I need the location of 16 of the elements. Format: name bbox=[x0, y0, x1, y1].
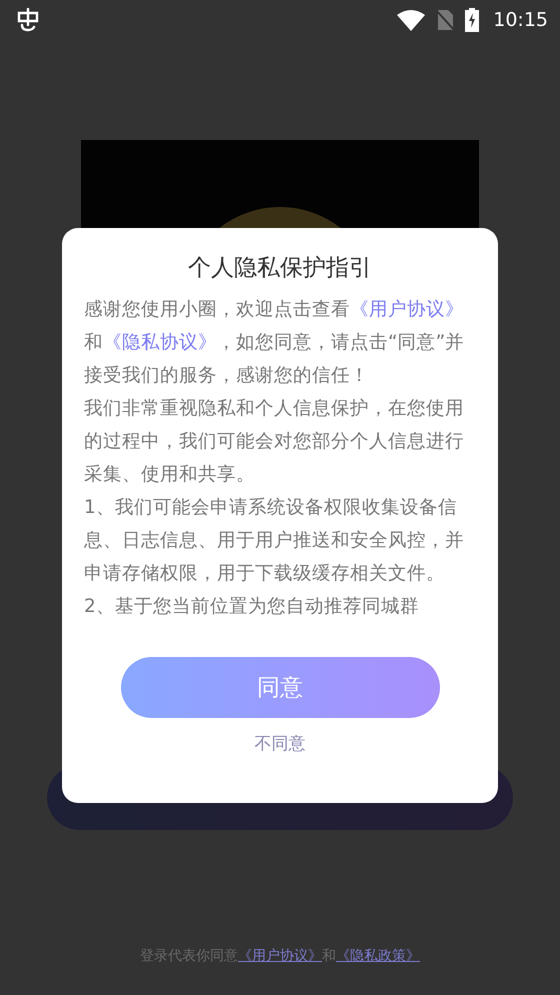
dialog-paragraph: 感谢您使用小圈，欢迎点击查看《用户协议》 和《隐私协议》，如您同意，请点击“同意”并接受我们的服务，感谢您的信任！ bbox=[84, 298, 466, 388]
wifi-icon bbox=[397, 9, 426, 31]
agreement-link[interactable]: 《隐私协议》 bbox=[103, 332, 217, 353]
battery-icon bbox=[465, 8, 480, 32]
agreement-link[interactable]: 《隐私政策》 bbox=[336, 948, 420, 964]
agreement-link[interactable]: 《用户协议》 bbox=[238, 948, 322, 964]
no-sim-icon bbox=[435, 9, 456, 31]
dialog-paragraph: 我们非常重视隐私和个人信息保护，在您使用的过程中，我们可能会对您部分个人信息进行采集、使用和共享。 bbox=[84, 397, 465, 487]
disagree-button[interactable]: 不同意 bbox=[254, 732, 306, 755]
dialog-paragraph: 1、我们可能会申请系统设备权限收集设备信息、日志信息、用于用户推送和安全风控，并申请存储权限，用于下载级缓存相关文件。 bbox=[84, 496, 465, 586]
dialog-paragraph: 2、基于您当前位置为您自动推荐同城群 bbox=[84, 595, 420, 619]
agree-button[interactable]: 同意 bbox=[120, 657, 440, 718]
clock-time: 10:15 bbox=[493, 9, 548, 31]
notification-icon bbox=[16, 8, 40, 32]
agreement-link[interactable]: 《用户协议》 bbox=[350, 299, 464, 320]
dialog-title: 个人隐私保护指引 bbox=[188, 254, 372, 283]
